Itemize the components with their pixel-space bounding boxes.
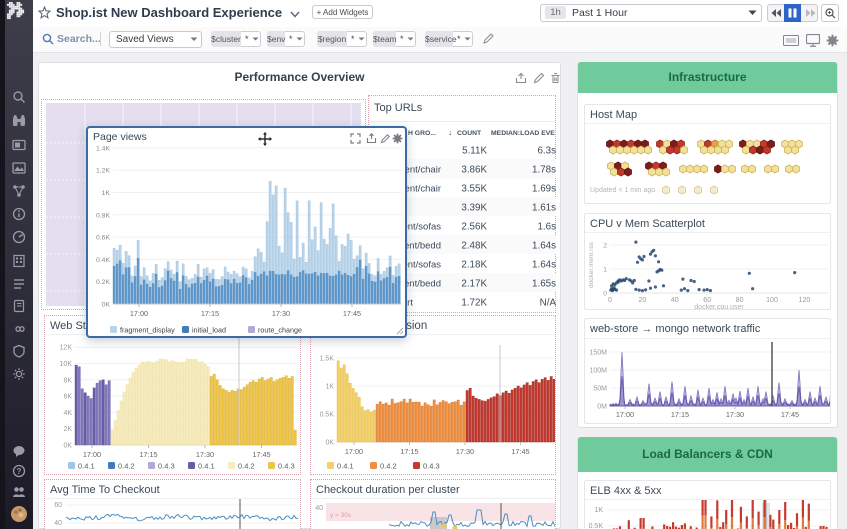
svg-text:0.4.3: 0.4.3 [278, 462, 295, 471]
svg-text:y > 30s: y > 30s [330, 512, 352, 519]
svg-text:0.8K: 0.8K [96, 212, 110, 219]
svg-text:1.6s: 1.6s [537, 222, 556, 233]
svg-text:0.4.2: 0.4.2 [238, 462, 255, 471]
svg-text:6K: 6K [63, 394, 72, 401]
svg-text:1.61s: 1.61s [532, 203, 556, 214]
svg-text:docker.mem.rss: docker.mem.rss [588, 241, 595, 288]
svg-text:17:30: 17:30 [456, 447, 474, 456]
svg-text:17:00: 17:00 [83, 450, 101, 459]
svg-text:2.56K: 2.56K [461, 222, 487, 233]
svg-text:12K: 12K [60, 345, 73, 352]
svg-text:20: 20 [639, 297, 647, 304]
svg-text:17:30: 17:30 [726, 410, 744, 419]
svg-text:route_change: route_change [258, 326, 302, 335]
svg-text:H GRO...: H GRO... [408, 130, 436, 137]
svg-text:0.5K: 0.5K [589, 523, 604, 529]
svg-text:120: 120 [799, 297, 811, 304]
svg-text:40: 40 [315, 505, 323, 512]
svg-text:1.69s: 1.69s [532, 184, 556, 195]
svg-text:60: 60 [703, 297, 711, 304]
svg-text:0K: 0K [325, 440, 334, 447]
svg-text:N/A: N/A [540, 298, 556, 309]
svg-text:3.39K: 3.39K [461, 203, 487, 214]
svg-text:17:15: 17:15 [201, 309, 219, 318]
svg-text:8K: 8K [63, 377, 72, 384]
svg-text:17:45: 17:45 [343, 309, 361, 318]
svg-text:100: 100 [766, 297, 778, 304]
svg-text:1K: 1K [325, 384, 334, 391]
svg-text:17:45: 17:45 [511, 447, 529, 456]
svg-text:0.4.1: 0.4.1 [78, 462, 95, 471]
svg-text:0.4.3: 0.4.3 [158, 462, 175, 471]
svg-text:1.64s: 1.64s [532, 241, 556, 252]
svg-text:2.17K: 2.17K [461, 279, 487, 290]
svg-text:1.78s: 1.78s [532, 165, 556, 176]
svg-text:0.5K: 0.5K [320, 412, 335, 419]
svg-text:0: 0 [603, 291, 607, 298]
svg-text:60: 60 [54, 502, 62, 509]
svg-text:docker.cpu.user: docker.cpu.user [694, 304, 744, 309]
svg-text:1.65s: 1.65s [532, 279, 556, 290]
svg-text:1.2K: 1.2K [96, 168, 110, 175]
svg-text:1: 1 [603, 267, 607, 274]
svg-text:80: 80 [736, 297, 744, 304]
svg-text:6.3s: 6.3s [537, 146, 556, 157]
svg-text:2K: 2K [63, 426, 72, 433]
svg-text:3.86K: 3.86K [461, 165, 487, 176]
svg-text:100M: 100M [589, 368, 607, 375]
svg-text:↓: ↓ [448, 128, 452, 137]
svg-text:17:15: 17:15 [671, 410, 689, 419]
svg-text:17:00: 17:00 [345, 447, 363, 456]
svg-text:2.18K: 2.18K [461, 260, 487, 271]
svg-text:1.64s: 1.64s [532, 260, 556, 271]
svg-text:10K: 10K [60, 361, 73, 368]
svg-text:0K: 0K [102, 302, 111, 309]
svg-text:17:45: 17:45 [781, 410, 799, 419]
svg-text:17:45: 17:45 [252, 450, 270, 459]
svg-text:initial_load: initial_load [192, 326, 226, 335]
svg-text:COUNT: COUNT [457, 130, 482, 137]
svg-text:17:30: 17:30 [272, 309, 290, 318]
svg-text:5.11K: 5.11K [462, 146, 487, 157]
svg-text:40: 40 [671, 297, 679, 304]
svg-text:1.72K: 1.72K [461, 298, 487, 309]
svg-text:17:15: 17:15 [139, 450, 157, 459]
svg-text:Updated < 1 min ago: Updated < 1 min ago [590, 187, 655, 194]
svg-text:17:30: 17:30 [196, 450, 214, 459]
svg-text:1.5K: 1.5K [320, 356, 335, 363]
svg-text:fragment_display: fragment_display [120, 326, 175, 335]
svg-text:0K: 0K [63, 443, 72, 450]
svg-text:1.4K: 1.4K [96, 145, 110, 152]
svg-text:0.6K: 0.6K [96, 235, 110, 242]
svg-text:2: 2 [603, 243, 607, 250]
svg-text:2.48K: 2.48K [461, 241, 487, 252]
svg-text:50M: 50M [593, 386, 607, 393]
svg-text:3.55K: 3.55K [461, 184, 487, 195]
svg-text:1K: 1K [102, 190, 111, 197]
svg-text:0M: 0M [597, 404, 607, 411]
svg-text:17:00: 17:00 [616, 410, 634, 419]
svg-text:MEDIAN:LOAD EVE: MEDIAN:LOAD EVE [491, 130, 555, 137]
svg-text:?: ? [17, 467, 22, 476]
svg-text:150M: 150M [589, 350, 607, 357]
svg-text:0.2K: 0.2K [96, 279, 110, 286]
svg-text:0: 0 [608, 297, 612, 304]
svg-text:1K: 1K [594, 507, 603, 514]
svg-text:0.4.1: 0.4.1 [337, 462, 354, 471]
svg-text:0.4.2: 0.4.2 [118, 462, 135, 471]
svg-text:0.4K: 0.4K [96, 257, 110, 264]
svg-text:40: 40 [54, 520, 62, 527]
svg-text:17:15: 17:15 [400, 447, 418, 456]
svg-text:0.4.2: 0.4.2 [380, 462, 397, 471]
svg-text:17:00: 17:00 [130, 309, 148, 318]
svg-text:4K: 4K [63, 410, 72, 417]
svg-text:0.4.3: 0.4.3 [423, 462, 440, 471]
svg-text:0.4.1: 0.4.1 [198, 462, 215, 471]
